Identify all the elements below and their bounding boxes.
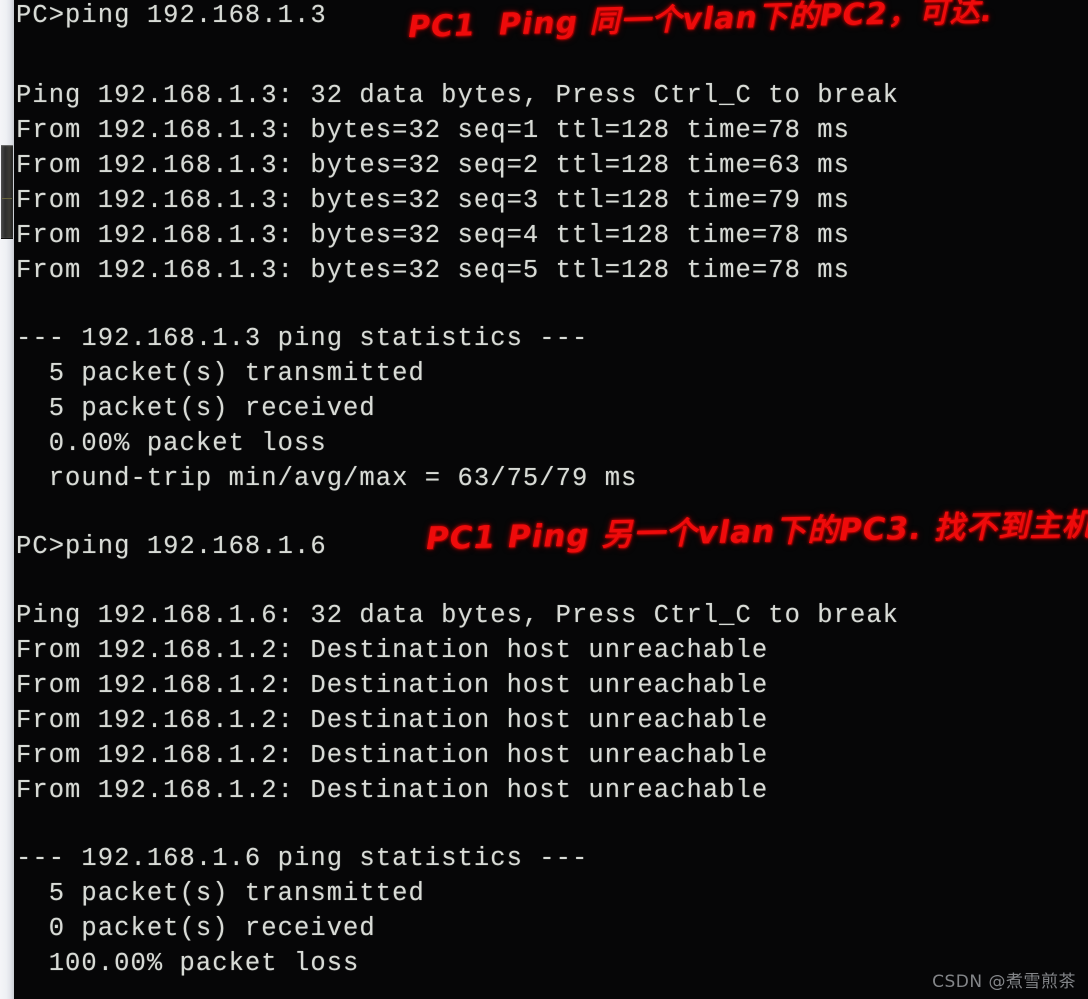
stats-line: 100.00% packet loss	[16, 949, 360, 978]
output-line: From 192.168.1.2: Destination host unrea…	[16, 776, 769, 805]
stats-line: round-trip min/avg/max = 63/75/79 ms	[16, 464, 638, 493]
stats-line: 5 packet(s) transmitted	[16, 359, 425, 388]
stats-line: 5 packet(s) transmitted	[16, 879, 425, 908]
output-line: From 192.168.1.2: Destination host unrea…	[16, 671, 769, 700]
stats-line: --- 192.168.1.6 ping statistics ---	[16, 844, 589, 873]
annotation-other-vlan-unreachable: PC1 Ping 另一个vlan下的PC3. 找不到主机.	[425, 506, 1088, 557]
screenshot-root: PC>ping 192.168.1.3 Ping 192.168.1.3: 32…	[0, 0, 1088, 999]
stats-line: --- 192.168.1.3 ping statistics ---	[16, 324, 589, 353]
output-line: Ping 192.168.1.6: 32 data bytes, Press C…	[16, 601, 900, 630]
output-line: From 192.168.1.2: Destination host unrea…	[16, 741, 769, 770]
prompt-line-ping-1: PC>ping 192.168.1.3	[16, 1, 327, 30]
output-line: From 192.168.1.2: Destination host unrea…	[16, 706, 769, 735]
terminal-console[interactable]: PC>ping 192.168.1.3 Ping 192.168.1.3: 32…	[14, 0, 1088, 999]
output-line: From 192.168.1.3: bytes=32 seq=4 ttl=128…	[16, 221, 850, 250]
output-line: Ping 192.168.1.3: 32 data bytes, Press C…	[16, 81, 900, 110]
stats-line: 0.00% packet loss	[16, 429, 327, 458]
csdn-watermark: CSDN @煮雪煎茶	[932, 972, 1076, 992]
output-line: From 192.168.1.3: bytes=32 seq=1 ttl=128…	[16, 116, 850, 145]
stats-line: 0 packet(s) received	[16, 914, 376, 943]
annotation-same-vlan-reachable: PC1 Ping 同一个vlan下的PC2，可达.	[407, 0, 994, 45]
output-line: From 192.168.1.3: bytes=32 seq=5 ttl=128…	[16, 256, 850, 285]
prompt-line-ping-2: PC>ping 192.168.1.6	[16, 532, 327, 561]
output-line: From 192.168.1.3: bytes=32 seq=2 ttl=128…	[16, 151, 850, 180]
window-left-edge	[0, 0, 14, 999]
vertical-scrollbar-thumb[interactable]	[1, 145, 13, 239]
output-line: From 192.168.1.3: bytes=32 seq=3 ttl=128…	[16, 186, 850, 215]
output-line: From 192.168.1.2: Destination host unrea…	[16, 636, 769, 665]
stats-line: 5 packet(s) received	[16, 394, 376, 423]
